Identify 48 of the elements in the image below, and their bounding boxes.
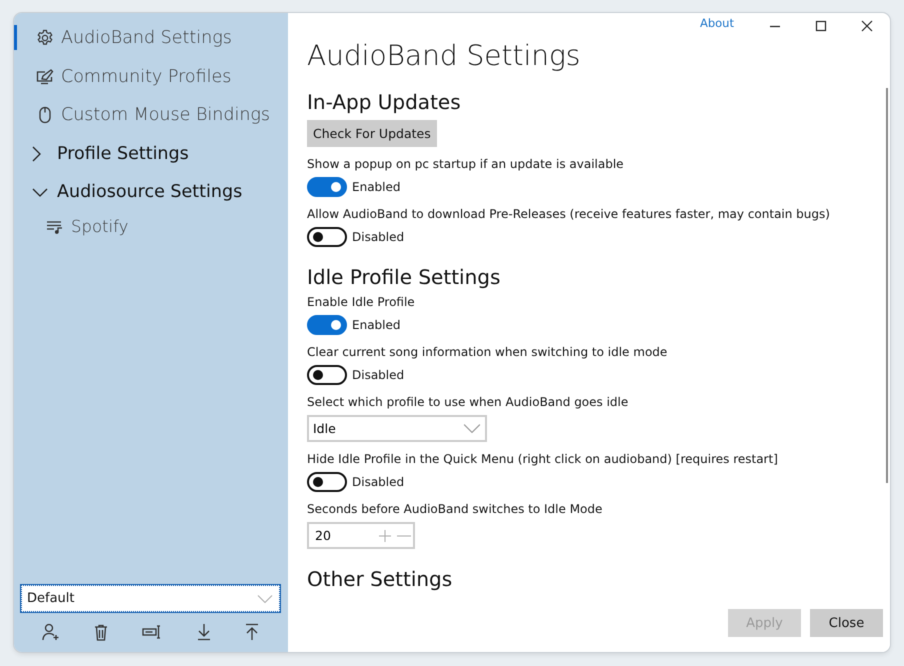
- upload-icon[interactable]: [244, 623, 259, 641]
- toggle-state: Enabled: [352, 318, 400, 332]
- setting-label: Show a popup on pc startup if an update is available: [307, 157, 625, 171]
- nav-item[interactable]: AudioBand Settings: [61, 28, 232, 48]
- chevron-right-icon[interactable]: [32, 146, 41, 162]
- chevron-down-icon[interactable]: [32, 188, 48, 197]
- nav-item[interactable]: Profile Settings: [57, 144, 189, 164]
- toggle-state: Disabled: [352, 368, 404, 382]
- playlist-icon: [46, 220, 64, 234]
- toggle-switch[interactable]: [307, 177, 347, 197]
- gear-icon: [36, 29, 54, 48]
- toggle-switch[interactable]: [307, 227, 347, 247]
- check-updates-button[interactable]: Check For Updates: [307, 120, 437, 147]
- setting-label: Select which profile to use when AudioBand goes idle: [307, 395, 630, 409]
- chevron-down-icon: [463, 424, 481, 433]
- add-user-icon[interactable]: [42, 623, 60, 641]
- profile-select[interactable]: Idle: [307, 415, 487, 442]
- footer-button[interactable]: Close: [810, 609, 883, 637]
- setting-label: Hide Idle Profile in the Quick Menu (right click on audioband) [requires restart]: [307, 452, 779, 466]
- scrollbar[interactable]: [886, 88, 888, 483]
- maximize-icon[interactable]: [815, 20, 827, 32]
- nav-item[interactable]: Custom Mouse Bindings: [61, 105, 270, 126]
- setting-label: Clear current song information when switching to idle mode: [307, 345, 668, 359]
- toggle-switch[interactable]: [307, 365, 347, 385]
- page-title: AudioBand Settings: [307, 39, 582, 72]
- monitor-pen-icon: [36, 68, 54, 85]
- toggle-state: Enabled: [352, 180, 400, 194]
- trash-icon[interactable]: [94, 624, 108, 640]
- download-icon[interactable]: [196, 623, 211, 641]
- about-link[interactable]: About: [700, 16, 734, 30]
- mouse-icon: [38, 106, 52, 124]
- profile-dropdown[interactable]: Default: [21, 585, 280, 612]
- toggle-switch[interactable]: [307, 315, 347, 335]
- setting-label: Allow AudioBand to download Pre-Releases (receive features faster, may contain bugs): [307, 207, 831, 221]
- chevron-down-icon: [257, 594, 273, 602]
- section-heading: Idle Profile Settings: [307, 265, 502, 289]
- toggle-switch[interactable]: [307, 472, 347, 492]
- setting-label: Enable Idle Profile: [307, 295, 416, 309]
- nav-item[interactable]: Community Profiles: [61, 66, 232, 87]
- nav-item[interactable]: Audiosource Settings: [57, 182, 242, 202]
- section-heading: Other Settings: [307, 567, 454, 591]
- close-icon[interactable]: [861, 20, 873, 32]
- section-heading: In-App Updates: [307, 90, 462, 114]
- rename-icon[interactable]: [142, 625, 162, 639]
- toggle-state: Disabled: [352, 475, 404, 489]
- toggle-state: Disabled: [352, 230, 404, 244]
- nav-item[interactable]: Spotify: [71, 217, 128, 236]
- setting-label: Seconds before AudioBand switches to Idle Mode: [307, 502, 604, 516]
